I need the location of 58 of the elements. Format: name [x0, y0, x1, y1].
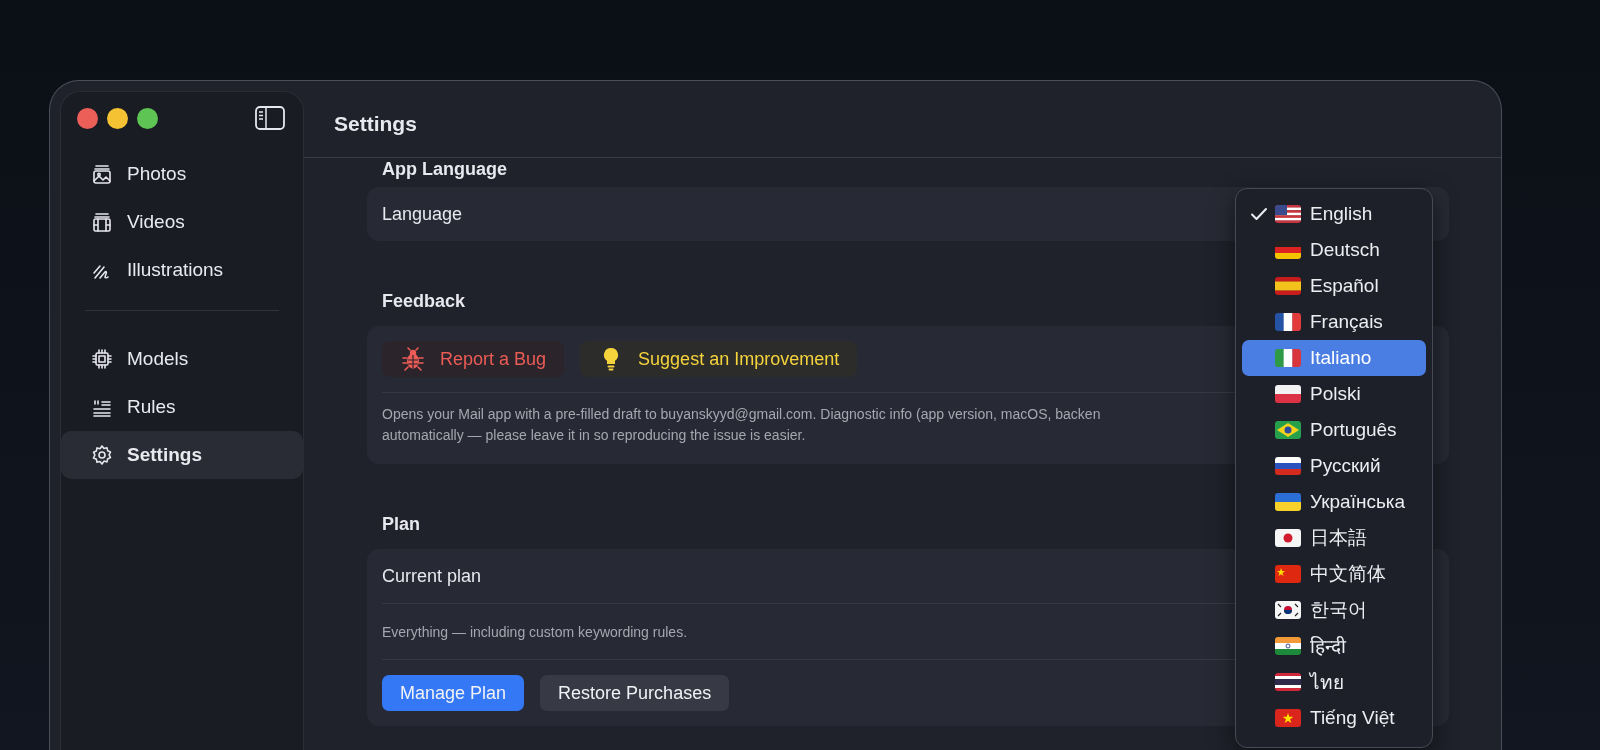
sidebar-item[interactable]: Settings [61, 431, 303, 479]
help-text: Opens your Mail app with a pre-filled draft to buyanskyyd@gmail.com. Diagnostic info (app version, macOS, backen [382, 405, 1102, 424]
minimize-button[interactable] [107, 107, 128, 129]
flag-icon [1275, 529, 1301, 547]
flag-icon [1275, 601, 1301, 619]
film-icon [91, 211, 113, 233]
flag-icon [1275, 349, 1301, 367]
menu-item[interactable]: 中文简体 [1242, 556, 1426, 592]
menu-item[interactable]: Tiếng Việt [1242, 700, 1426, 736]
menu-item[interactable]: हिन्दी [1242, 628, 1426, 664]
flag-icon [1275, 457, 1301, 475]
flag-icon [1275, 313, 1301, 331]
menu-item[interactable]: ไทย [1242, 664, 1426, 700]
section-heading: App Language [382, 159, 507, 179]
flag-icon [1275, 709, 1301, 727]
window-title: Settings [334, 112, 417, 136]
flag-icon [1275, 637, 1301, 655]
settings-icon [91, 444, 113, 466]
sidebar-item[interactable]: Illustrations [61, 246, 303, 294]
chip-icon [91, 348, 113, 370]
sidebar-item[interactable]: Models [61, 335, 303, 383]
section-heading: Feedback [382, 291, 466, 311]
sidebar-item[interactable]: Photos [61, 150, 303, 198]
bug-icon [402, 347, 424, 371]
flag-icon [1275, 241, 1301, 259]
flag-icon [1275, 385, 1301, 403]
flag-icon [1275, 673, 1301, 691]
help-text: automatically — please leave it in so reproducing the issue is easier. [382, 426, 807, 445]
menu-item[interactable]: English [1242, 196, 1426, 232]
menu-item[interactable]: Polski [1242, 376, 1426, 412]
setting-label: Language [382, 203, 463, 225]
close-button[interactable] [77, 107, 98, 129]
sidebar-toggle-icon[interactable] [255, 106, 285, 130]
menu-item[interactable]: 한국어 [1242, 592, 1426, 628]
sidebar-item[interactable]: Videos [61, 198, 303, 246]
help-text: Everything — including custom keywording rules. [382, 623, 688, 640]
menu-item[interactable]: Français [1242, 304, 1426, 340]
sidebar-item[interactable]: Rules [61, 383, 303, 431]
restore-purchases-button[interactable]: Restore Purchases [540, 675, 730, 711]
setting-label: Current plan [382, 565, 482, 587]
flag-icon [1275, 205, 1301, 223]
menu-item[interactable]: 日本語 [1242, 520, 1426, 556]
report-bug-button[interactable]: Report a Bug [382, 341, 565, 377]
menu-item[interactable]: Español [1242, 268, 1426, 304]
manage-plan-button[interactable]: Manage Plan [382, 675, 525, 711]
menu-item[interactable]: Русский [1242, 448, 1426, 484]
menu-item[interactable]: Português [1242, 412, 1426, 448]
flag-icon [1275, 421, 1301, 439]
flag-icon [1275, 493, 1301, 511]
section-heading: Plan [382, 514, 420, 534]
flag-icon [1275, 565, 1301, 583]
photo-icon [91, 163, 113, 185]
suggest-button[interactable]: Suggest an Improvement [580, 341, 858, 377]
flag-icon [1275, 277, 1301, 295]
menu-item[interactable]: Italiano [1242, 340, 1426, 376]
menu-item[interactable]: Deutsch [1242, 232, 1426, 268]
menu-item[interactable]: Українська [1242, 484, 1426, 520]
zoom-button[interactable] [137, 107, 158, 129]
